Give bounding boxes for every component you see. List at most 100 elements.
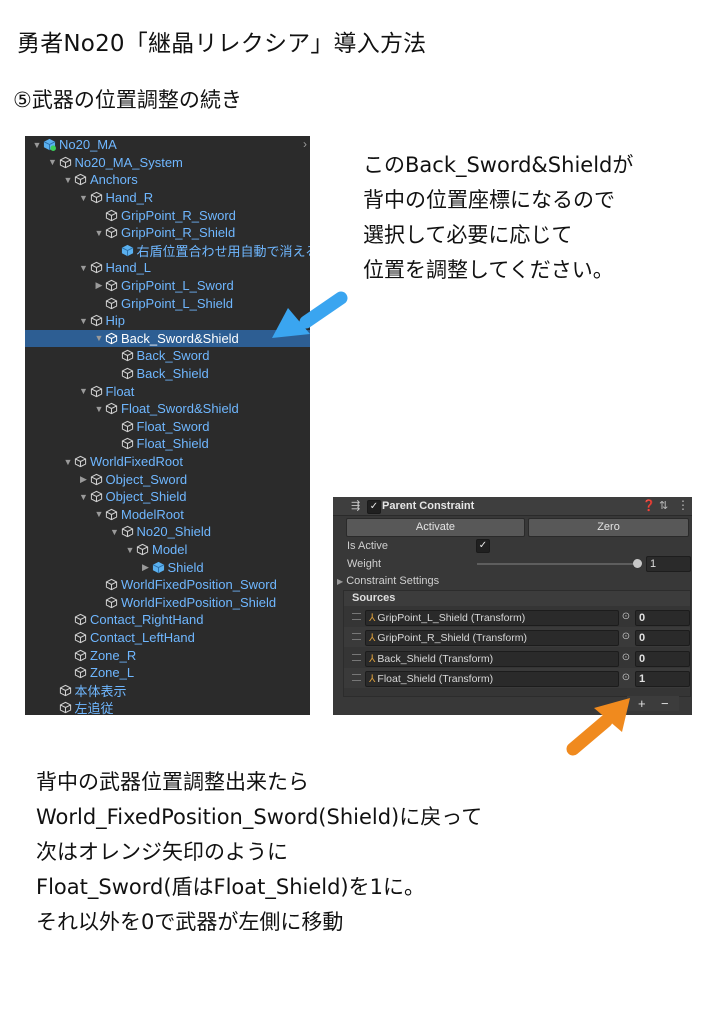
hierarchy-item[interactable]: ▼右盾位置合わせ用自動で消える bbox=[25, 242, 310, 260]
component-enabled-checkbox[interactable]: ✓ bbox=[367, 500, 381, 514]
hierarchy-item[interactable]: ▼Contact_RightHand bbox=[25, 611, 310, 629]
object-picker-icon[interactable]: ⊙ bbox=[620, 651, 632, 665]
hierarchy-item[interactable]: ▼本体表示 bbox=[25, 682, 310, 700]
hierarchy-item[interactable]: ▶ Shield bbox=[25, 558, 310, 576]
collapse-arrow-icon[interactable]: ▼ bbox=[47, 157, 59, 167]
hierarchy-item[interactable]: ▼ Anchors bbox=[25, 171, 310, 189]
source-object-field[interactable]: ⅄ Back_Shield (Transform) bbox=[365, 651, 619, 667]
drag-handle-icon[interactable] bbox=[352, 613, 361, 620]
expand-arrow-icon[interactable]: ▶ bbox=[93, 280, 105, 291]
source-weight-field[interactable]: 0 bbox=[635, 630, 690, 646]
source-weight-field[interactable]: 0 bbox=[635, 651, 690, 667]
collapse-arrow-icon[interactable]: ▼ bbox=[78, 316, 90, 326]
activate-button[interactable]: Activate bbox=[346, 518, 525, 537]
constraint-settings-label: Constraint Settings bbox=[346, 575, 440, 587]
component-header[interactable]: ⇶ ✓ Parent Constraint ❓ ⇅ ⋮ bbox=[333, 497, 692, 516]
more-icon[interactable]: ⋮ bbox=[677, 498, 689, 512]
hierarchy-item[interactable]: ▼ No20_MA_System bbox=[25, 154, 310, 172]
hierarchy-item[interactable]: ▼Zone_R bbox=[25, 646, 310, 664]
source-object-field[interactable]: ⅄ Float_Shield (Transform) bbox=[365, 671, 619, 687]
hierarchy-item[interactable]: ▼ WorldFixedRoot bbox=[25, 453, 310, 471]
drag-handle-icon[interactable] bbox=[352, 633, 361, 640]
page-title: 勇者No20「継晶リレクシア」導入方法 bbox=[17, 31, 427, 57]
remove-source-button[interactable]: − bbox=[661, 696, 669, 711]
source-row[interactable]: ⅄ GripPoint_L_Shield (Transform) ⊙ 0 bbox=[344, 607, 690, 627]
instruction-note-right: このBack_Sword&Shieldが 背中の位置座標になるので 選択して必要… bbox=[363, 153, 634, 282]
hierarchy-item[interactable]: ▼ Float_Sword&Shield bbox=[25, 400, 310, 418]
expand-arrow-icon[interactable]: ▶ bbox=[78, 474, 90, 485]
collapse-arrow-icon[interactable]: ▼ bbox=[62, 175, 74, 185]
hierarchy-item-label: No20_Shield bbox=[136, 524, 211, 540]
source-weight-field[interactable]: 0 bbox=[635, 610, 690, 626]
instruction-note-bottom: 背中の武器位置調整出来たら World_FixedPosition_Sword(… bbox=[36, 770, 483, 934]
hierarchy-item-label: Contact_RightHand bbox=[90, 612, 204, 628]
source-row[interactable]: ⅄ Back_Shield (Transform) ⊙ 0 bbox=[344, 648, 690, 668]
hierarchy-item[interactable]: ▼ Object_Shield bbox=[25, 488, 310, 506]
hierarchy-item[interactable]: ▼Float_Shield bbox=[25, 435, 310, 453]
collapse-arrow-icon[interactable]: ▼ bbox=[93, 404, 105, 414]
preset-icon[interactable]: ⇅ bbox=[659, 499, 668, 512]
gameobject-icon bbox=[136, 543, 149, 556]
hierarchy-item[interactable]: ▼ Model bbox=[25, 541, 310, 559]
hierarchy-item-label: Anchors bbox=[90, 172, 138, 188]
hierarchy-item[interactable]: ▶ Object_Sword bbox=[25, 470, 310, 488]
hierarchy-item[interactable]: ▼ No20_MA bbox=[25, 136, 310, 154]
blue-arrow-icon bbox=[272, 291, 348, 338]
drag-handle-icon[interactable] bbox=[352, 674, 361, 681]
collapse-arrow-icon[interactable]: ▼ bbox=[31, 140, 43, 150]
hierarchy-item-label: Contact_LeftHand bbox=[90, 630, 195, 646]
hierarchy-item[interactable]: ▼ Hand_L bbox=[25, 259, 310, 277]
object-picker-icon[interactable]: ⊙ bbox=[620, 610, 632, 624]
hierarchy-item[interactable]: ▼Back_Sword bbox=[25, 347, 310, 365]
inspector-panel: ⇶ ✓ Parent Constraint ❓ ⇅ ⋮ Activate Zer… bbox=[333, 497, 692, 715]
help-icon[interactable]: ❓ bbox=[642, 499, 656, 512]
collapse-arrow-icon[interactable]: ▼ bbox=[78, 386, 90, 396]
weight-slider-handle[interactable] bbox=[633, 559, 642, 568]
collapse-arrow-icon[interactable]: ▼ bbox=[93, 333, 105, 343]
collapse-arrow-icon[interactable]: ▼ bbox=[109, 527, 121, 537]
is-active-checkbox[interactable]: ✓ bbox=[476, 539, 490, 553]
collapse-arrow-icon[interactable]: ▼ bbox=[124, 545, 136, 555]
source-object-field[interactable]: ⅄ GripPoint_L_Shield (Transform) bbox=[365, 610, 619, 626]
collapse-arrow-icon[interactable]: ▼ bbox=[78, 492, 90, 502]
zero-button[interactable]: Zero bbox=[528, 518, 689, 537]
gameobject-icon bbox=[121, 438, 133, 450]
hierarchy-item[interactable]: ▼ Hand_R bbox=[25, 189, 310, 207]
hierarchy-item[interactable]: ▼ Float bbox=[25, 382, 310, 400]
gameobject-icon bbox=[105, 596, 118, 609]
hierarchy-item[interactable]: ▼Float_Sword bbox=[25, 418, 310, 436]
source-object-field[interactable]: ⅄ GripPoint_R_Shield (Transform) bbox=[365, 630, 619, 646]
hierarchy-item[interactable]: ▼Zone_L bbox=[25, 664, 310, 682]
object-picker-icon[interactable]: ⊙ bbox=[620, 630, 632, 644]
collapse-arrow-icon[interactable]: ▼ bbox=[78, 193, 90, 203]
source-name: GripPoint_R_Shield (Transform) bbox=[377, 632, 528, 644]
constraint-settings-foldout[interactable]: ▶ Constraint Settings bbox=[337, 575, 439, 587]
hierarchy-item[interactable]: ▼GripPoint_R_Sword bbox=[25, 206, 310, 224]
collapse-arrow-icon[interactable]: ▼ bbox=[93, 509, 105, 519]
source-row[interactable]: ⅄ GripPoint_R_Shield (Transform) ⊙ 0 bbox=[344, 627, 690, 647]
transform-icon: ⅄ bbox=[369, 673, 376, 685]
hierarchy-item[interactable]: ▼Contact_LeftHand bbox=[25, 629, 310, 647]
hierarchy-item[interactable]: ▼WorldFixedPosition_Sword bbox=[25, 576, 310, 594]
hierarchy-item[interactable]: ▼WorldFixedPosition_Shield bbox=[25, 594, 310, 612]
hierarchy-item[interactable]: ▼左追従 bbox=[25, 699, 310, 715]
collapse-arrow-icon[interactable]: ▼ bbox=[93, 228, 105, 238]
collapse-arrow-icon[interactable]: ▼ bbox=[78, 263, 90, 273]
object-picker-icon[interactable]: ⊙ bbox=[620, 671, 632, 685]
collapse-arrow-icon[interactable]: ▼ bbox=[62, 457, 74, 467]
weight-slider[interactable] bbox=[477, 563, 637, 565]
add-source-button[interactable]: + bbox=[638, 696, 646, 711]
weight-field[interactable]: 1 bbox=[646, 556, 691, 572]
expand-arrow-icon[interactable]: ▶ bbox=[140, 562, 152, 573]
hierarchy-item[interactable]: ▼ ModelRoot bbox=[25, 506, 310, 524]
source-name: Back_Shield (Transform) bbox=[377, 653, 494, 665]
source-weight-field[interactable]: 1 bbox=[635, 671, 690, 687]
gameobject-icon bbox=[74, 631, 87, 644]
hierarchy-item[interactable]: ▼ No20_Shield bbox=[25, 523, 310, 541]
gameobject-icon bbox=[90, 262, 102, 274]
hierarchy-item[interactable]: ▼ GripPoint_R_Shield bbox=[25, 224, 310, 242]
hierarchy-item[interactable]: ▼Back_Shield bbox=[25, 365, 310, 383]
drag-handle-icon[interactable] bbox=[352, 654, 361, 661]
gameobject-icon bbox=[105, 279, 118, 292]
source-row[interactable]: ⅄ Float_Shield (Transform) ⊙ 1 bbox=[344, 668, 690, 688]
